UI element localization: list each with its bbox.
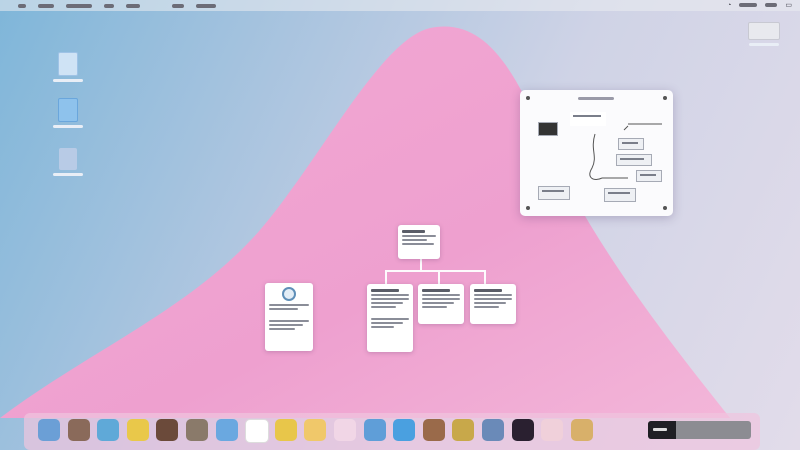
terminal-icon[interactable] [511,419,534,441]
battery-icon[interactable] [765,3,778,7]
diagram-window[interactable] [520,90,673,216]
globe-icon[interactable] [67,419,90,441]
flow-node[interactable] [616,154,652,166]
maps-icon[interactable] [97,419,120,441]
pages-icon[interactable] [334,419,356,441]
finder-icon[interactable] [393,419,416,441]
desktop-icon-label [53,79,83,82]
menu-item[interactable] [172,3,184,8]
profile-icon [282,287,296,301]
keynote-icon[interactable] [274,419,297,441]
flow-node[interactable] [618,138,644,150]
flow-node[interactable] [636,170,662,182]
safari-icon[interactable] [422,419,445,441]
books-icon[interactable] [156,419,179,441]
document-icon[interactable] [245,419,270,443]
menu-item[interactable] [66,3,92,8]
org-connector [438,270,440,284]
org-card-side[interactable] [265,283,313,351]
control-center-icon[interactable]: ▭ [785,1,792,9]
wifi-icon[interactable]: ◔ [727,2,731,9]
org-connector [484,270,486,284]
desktop-icon-document[interactable] [48,52,88,82]
menu-item[interactable] [104,3,114,8]
menu-item[interactable] [18,3,26,8]
org-connector [385,270,485,272]
org-card-root[interactable] [398,225,440,259]
sketch-icon[interactable] [541,419,564,441]
menu-item[interactable] [38,3,54,8]
reminders-icon[interactable] [304,419,327,441]
file-icon [59,148,77,170]
photos-2-icon[interactable] [186,419,208,441]
weather-icon[interactable] [570,419,593,441]
notes-icon[interactable] [126,419,149,441]
desktop-icon-label [53,173,83,176]
minimized-window-thumbnail [648,421,676,439]
dock-minimized-window[interactable] [648,421,751,439]
desktop-icon-label [749,43,779,46]
desktop-icon-label [53,125,83,128]
org-connector [385,270,387,284]
desktop-icon-file[interactable] [48,148,88,176]
flow-node[interactable] [604,188,636,202]
flow-node-start[interactable] [538,122,558,136]
menu-item[interactable] [126,3,140,8]
music-icon[interactable] [452,419,475,441]
folder-icon [58,98,78,122]
clock[interactable] [739,3,758,7]
org-card-child[interactable] [470,284,516,324]
app-store-icon[interactable] [215,419,238,441]
contacts-icon[interactable] [482,419,504,441]
flow-node-label[interactable] [570,112,606,126]
document-icon [58,52,78,76]
menu-bar: ◔ ▭ [0,0,800,11]
flow-node[interactable] [538,186,570,200]
org-card-child[interactable] [367,284,413,352]
photos-icon[interactable] [38,419,60,441]
drive-icon [748,22,780,40]
desktop-icon-drive[interactable] [744,22,784,46]
menu-item[interactable] [196,3,216,8]
preview-icon[interactable] [363,419,386,441]
desktop-icon-folder[interactable] [48,98,88,128]
org-card-child[interactable] [418,284,464,324]
